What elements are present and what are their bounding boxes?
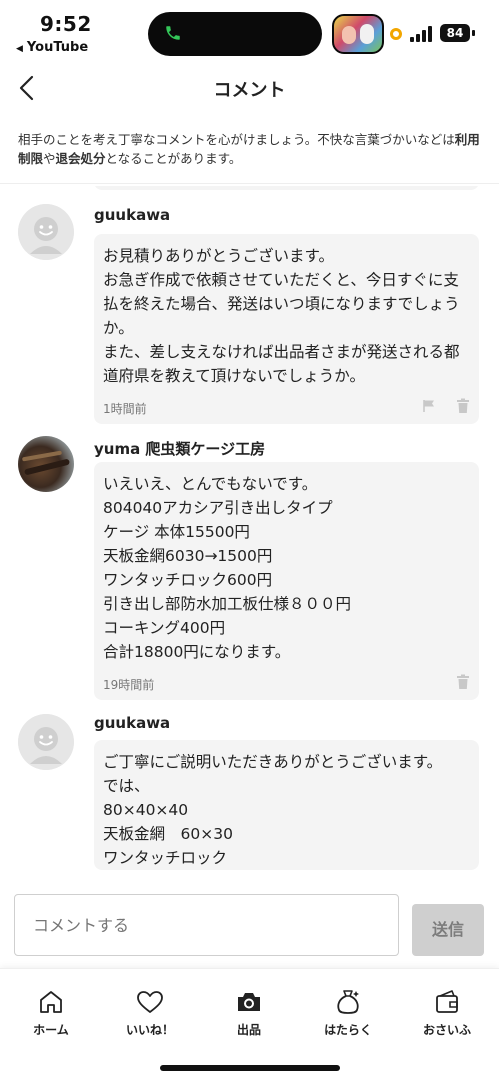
nav-listing-label: 出品 — [236, 1023, 261, 1037]
wallet-icon — [436, 990, 458, 1013]
signal-icon — [410, 26, 432, 42]
comment-list[interactable]: guukawa お見積りありがとうございます。 お急ぎ作成で依頼させていただくと… — [0, 186, 499, 876]
nav-home-label: ホーム — [33, 1023, 69, 1037]
comment-user-name[interactable]: guukawa — [94, 714, 170, 732]
notice-account-suspension: 退会処分 — [55, 151, 106, 166]
comment-input[interactable] — [14, 894, 399, 956]
comment-text: いえいえ、とんでもないです。 804040アカシア引き出しタイプ ケージ 本体1… — [103, 475, 352, 661]
notice-text: や — [43, 151, 56, 166]
notice-text: 相手のことを考え丁寧なコメントを心がけましょう。不快な言葉づかいなどは — [18, 132, 455, 147]
battery-tip — [472, 30, 475, 36]
heart-icon — [137, 991, 163, 1013]
camera-icon — [238, 993, 260, 1011]
now-playing-thumbnail[interactable] — [332, 14, 384, 54]
comment-guideline-notice: 相手のことを考え丁寧なコメントを心がけましょう。不快な言葉づかいなどは利用制限や… — [0, 118, 499, 184]
back-to-app-link[interactable]: ◀ YouTube — [16, 40, 88, 55]
home-icon — [40, 991, 62, 1013]
previous-comment-bubble — [94, 186, 479, 190]
comment-bubble: ご丁寧にご説明いただきありがとうございます。 では、 80×40×40 天板金網… — [94, 740, 479, 870]
header: コメント — [0, 62, 499, 114]
phone-icon — [166, 26, 180, 40]
comment-user-name[interactable]: yuma 爬虫類ケージ工房 — [94, 438, 265, 459]
bottom-navigation: ホーム いいね！ 出品 はたらく おさいふ — [0, 968, 499, 1080]
nav-listing[interactable]: 出品 — [204, 987, 294, 1038]
home-indicator — [160, 1065, 340, 1071]
comment-input-bar: 送信 — [0, 876, 499, 968]
default-avatar-icon[interactable] — [18, 204, 74, 260]
user-avatar-photo[interactable] — [18, 436, 74, 492]
default-avatar-icon[interactable] — [18, 714, 74, 770]
comment-bubble: お見積りありがとうございます。 お急ぎ作成で依頼させていただくと、今日すぐに支払… — [94, 234, 479, 424]
comment-text: ご丁寧にご説明いただきありがとうございます。 では、 80×40×40 天板金網… — [103, 753, 443, 867]
dynamic-island[interactable] — [148, 12, 322, 56]
status-bar: 9:52 ◀ YouTube 84 — [0, 0, 499, 62]
comment-time: 1時間前 — [103, 402, 147, 416]
nav-work[interactable]: はたらく — [303, 987, 393, 1038]
nav-wallet[interactable]: おさいふ — [402, 987, 492, 1038]
back-triangle-icon: ◀ — [16, 44, 23, 54]
trash-icon[interactable] — [456, 398, 470, 414]
recording-indicator — [390, 28, 402, 40]
flag-icon[interactable] — [422, 399, 436, 413]
comment-meta: 19時間前 — [103, 664, 470, 700]
notice-text: となることがあります。 — [105, 151, 242, 166]
nav-work-label: はたらく — [324, 1023, 372, 1037]
nav-likes-label: いいね！ — [125, 1023, 174, 1037]
nav-home[interactable]: ホーム — [6, 987, 96, 1038]
comment-user-name[interactable]: guukawa — [94, 206, 170, 224]
nav-wallet-label: おさいふ — [422, 1023, 471, 1037]
comment-meta: 1時間前 — [103, 388, 470, 424]
trash-icon[interactable] — [456, 674, 470, 690]
comment-text: お見積りありがとうございます。 お急ぎ作成で依頼させていただくと、今日すぐに支払… — [103, 247, 460, 385]
comment-time: 19時間前 — [103, 678, 155, 692]
nav-likes[interactable]: いいね！ — [105, 987, 195, 1038]
money-bag-icon — [337, 990, 359, 1014]
back-app-label: YouTube — [26, 40, 89, 55]
comment-bubble: いえいえ、とんでもないです。 804040アカシア引き出しタイプ ケージ 本体1… — [94, 462, 479, 700]
send-button[interactable]: 送信 — [412, 904, 484, 956]
battery-icon: 84 — [440, 24, 470, 42]
page-title: コメント — [213, 80, 286, 101]
status-time: 9:52 — [40, 12, 92, 36]
